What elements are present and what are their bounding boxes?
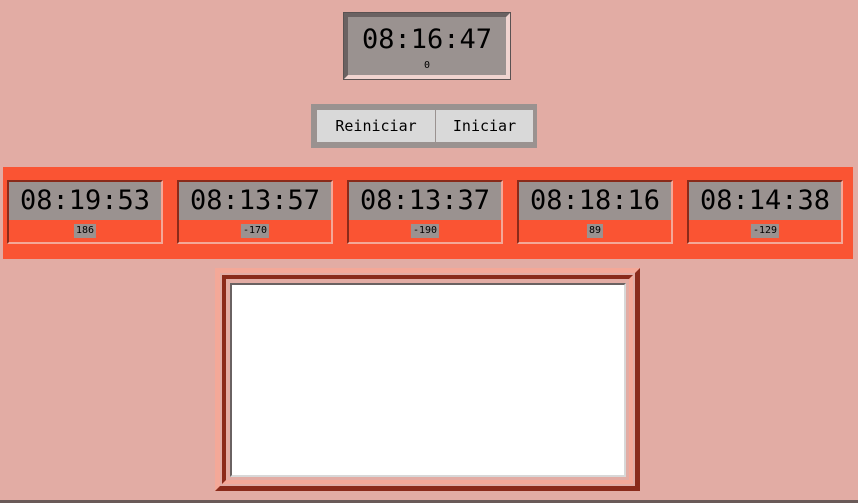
reset-button[interactable]: Reiniciar (317, 110, 435, 142)
clock-delta: -129 (750, 224, 780, 238)
clock-delta: -190 (410, 224, 440, 238)
button-bar: Reiniciar Iniciar (311, 104, 537, 148)
master-clock-offset: 0 (423, 60, 431, 71)
clock-1: 08:19:53 186 (4, 177, 166, 247)
clock-2: 08:13:57 -170 (174, 177, 336, 247)
clocks-row: 08:19:53 186 08:13:57 -170 08:13:37 -190… (3, 167, 853, 259)
clock-time: 08:13:57 (179, 182, 331, 220)
log-text-area[interactable] (230, 283, 626, 477)
clock-time: 08:13:37 (349, 182, 501, 220)
master-clock: 08:16:47 0 (343, 12, 511, 80)
log-frame (215, 268, 640, 491)
clock-3: 08:13:37 -190 (344, 177, 506, 247)
clock-time: 08:14:38 (689, 182, 841, 220)
clock-4: 08:18:16 89 (514, 177, 676, 247)
clock-time: 08:18:16 (519, 182, 671, 220)
log-frame-inner (222, 275, 633, 484)
clock-delta: -170 (240, 224, 270, 238)
clock-delta: 186 (73, 224, 97, 238)
clock-delta: 89 (586, 224, 604, 238)
clock-time: 08:19:53 (9, 182, 161, 220)
clock-5: 08:14:38 -129 (684, 177, 846, 247)
start-button[interactable]: Iniciar (436, 110, 533, 142)
master-clock-time: 08:16:47 (361, 24, 493, 55)
